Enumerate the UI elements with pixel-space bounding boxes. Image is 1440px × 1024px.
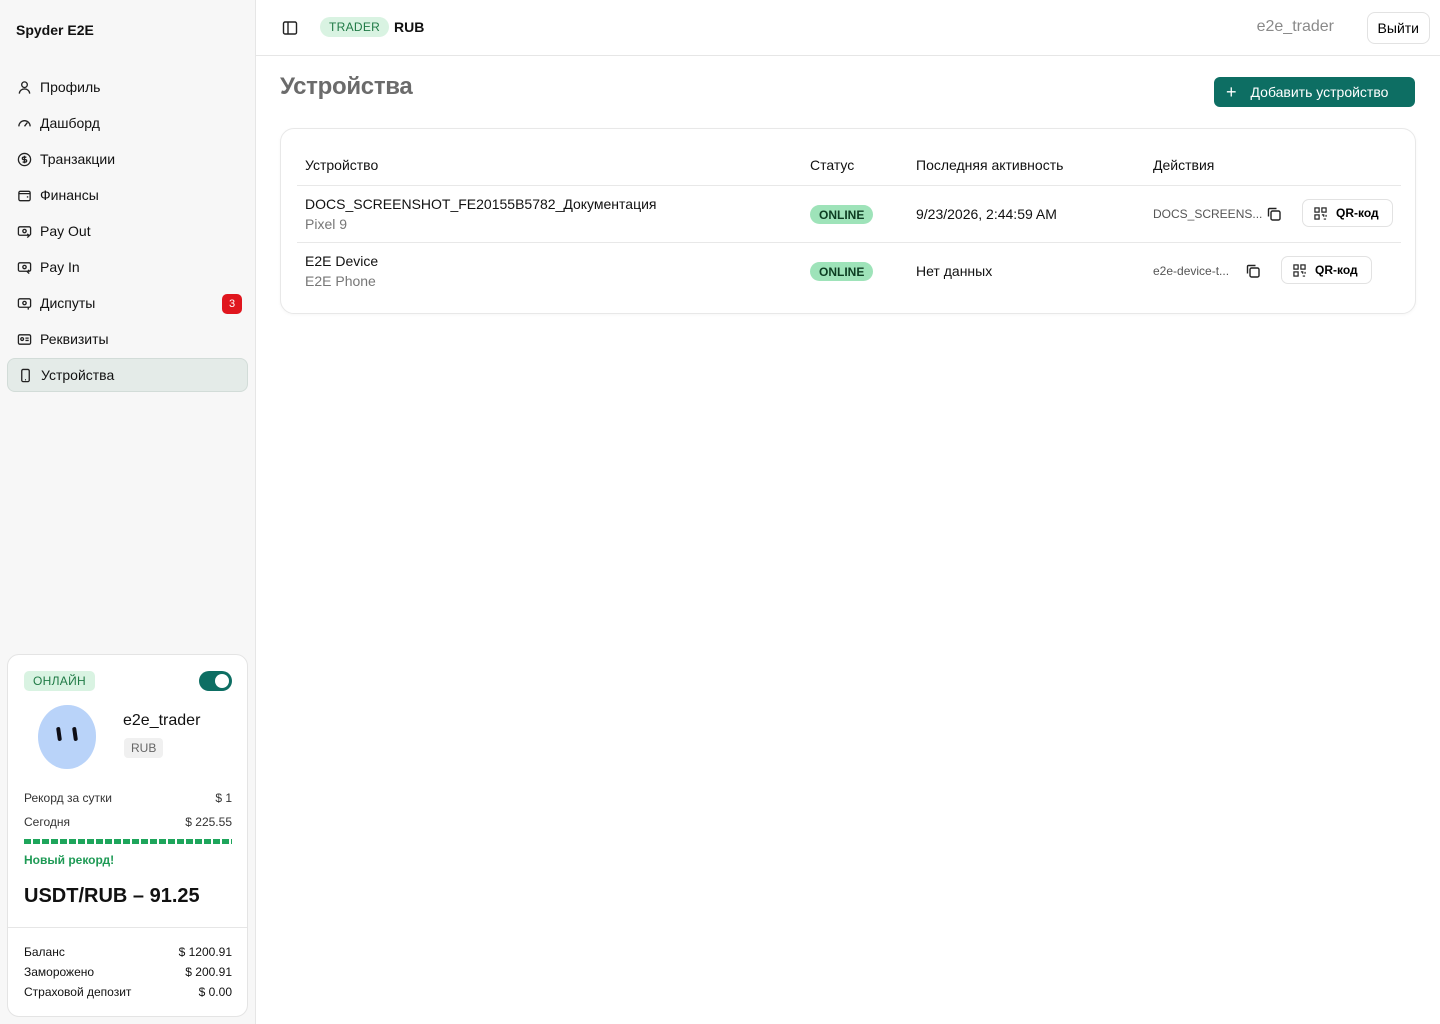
last-activity: Нет данных [916, 263, 993, 279]
sidebar-item-label: Профиль [40, 79, 101, 95]
user-icon [16, 79, 32, 95]
user-card-username: e2e_trader [123, 712, 201, 729]
topbar: TRADER RUB e2e_trader Выйти [256, 0, 1440, 56]
column-header-device: Устройство [305, 157, 379, 173]
divider [8, 927, 247, 928]
qr-code-label: QR-код [1336, 206, 1379, 220]
sidebar-item-requisites[interactable]: Реквизиты [7, 322, 248, 356]
deposit-label: Страховой депозит [24, 985, 132, 999]
add-device-button[interactable]: + Добавить устройство [1214, 77, 1415, 107]
frozen-label: Заморожено [24, 965, 95, 979]
avatar-eye-left [56, 726, 62, 742]
sidebar-item-label: Диспуты [40, 295, 96, 311]
device-name: DOCS_SCREENSHOT_FE20155B5782_Документаци… [305, 196, 657, 212]
exchange-rate: USDT/RUB – 91.25 [24, 885, 200, 907]
record-value: $ 1 [215, 791, 232, 805]
deposit-value: $ 0.00 [198, 985, 232, 999]
status-badge: ONLINE [810, 205, 874, 224]
wallet-icon [16, 187, 32, 203]
frozen-value: $ 200.91 [185, 965, 232, 979]
sidebar-item-payin[interactable]: Pay In [7, 250, 248, 284]
sidebar: Spyder E2E Профиль Дашборд Транзакции Фи… [0, 0, 256, 1024]
add-device-label: Добавить устройство [1250, 84, 1389, 100]
online-status-badge: ОНЛАЙН [24, 671, 95, 691]
sidebar-item-finances[interactable]: Финансы [7, 178, 248, 212]
online-toggle[interactable] [199, 671, 232, 691]
divider [297, 242, 1401, 243]
deposit-row: Страховой депозит $ 0.00 [24, 985, 232, 999]
last-activity: 9/23/2026, 2:44:59 AM [916, 206, 1057, 222]
currency-label: RUB [394, 19, 425, 35]
today-value: $ 225.55 [185, 815, 232, 829]
disputes-count-badge: 3 [222, 294, 242, 314]
topbar-username: e2e_trader [1256, 18, 1334, 35]
qr-code-button[interactable]: QR-код [1281, 256, 1372, 284]
column-header-last-activity: Последняя активность [916, 157, 1064, 173]
user-card-currency-badge: RUB [124, 738, 164, 758]
column-header-status: Статус [810, 157, 855, 173]
sidebar-item-transactions[interactable]: Транзакции [7, 142, 248, 176]
sidebar-item-label: Pay Out [40, 223, 91, 239]
plus-icon: + [1226, 82, 1237, 102]
qr-code-button[interactable]: QR-код [1302, 199, 1393, 227]
avatar [38, 705, 96, 769]
device-name: E2E Device [305, 253, 379, 269]
gauge-icon [16, 115, 32, 131]
devices-table: Устройство Статус Последняя активность Д… [280, 128, 1416, 314]
column-header-actions: Действия [1153, 157, 1215, 173]
qr-icon [1293, 263, 1306, 277]
qr-code-label: QR-код [1315, 263, 1358, 277]
device-id: e2e-device-t... [1153, 264, 1230, 278]
sidebar-item-label: Дашборд [40, 115, 100, 131]
payin-icon [16, 259, 32, 275]
copy-icon[interactable] [1245, 263, 1261, 279]
balance-row: Баланс $ 1200.91 [24, 945, 232, 959]
copy-icon[interactable] [1266, 206, 1282, 222]
brand-title: Spyder E2E [16, 22, 94, 38]
user-card: ОНЛАЙН e2e_trader RUB Рекорд за сутки $ … [7, 654, 248, 1017]
status-badge: ONLINE [810, 262, 874, 281]
device-id: DOCS_SCREENS... [1153, 207, 1263, 221]
role-badge: TRADER [320, 17, 390, 37]
device-model: Pixel 9 [305, 216, 348, 232]
divider [297, 185, 1401, 186]
sidebar-item-disputes[interactable]: Диспуты 3 [7, 286, 248, 320]
new-record-text: Новый рекорд! [24, 853, 115, 867]
logout-button[interactable]: Выйти [1366, 12, 1430, 44]
sidebar-item-label: Финансы [40, 187, 99, 203]
today-label: Сегодня [24, 815, 70, 829]
sidebar-toggle-icon[interactable] [282, 20, 298, 36]
frozen-row: Заморожено $ 200.91 [24, 965, 232, 979]
sidebar-item-label: Pay In [40, 259, 80, 275]
sidebar-item-label: Устройства [41, 367, 115, 383]
today-row: Сегодня $ 225.55 [24, 815, 232, 829]
smartphone-icon [17, 367, 33, 383]
sidebar-item-dashboard[interactable]: Дашборд [7, 106, 248, 140]
sidebar-item-profile[interactable]: Профиль [7, 70, 248, 104]
sidebar-item-devices[interactable]: Устройства [7, 358, 248, 392]
record-row: Рекорд за сутки $ 1 [24, 791, 232, 805]
sidebar-item-label: Реквизиты [40, 331, 109, 347]
dollar-circle-icon [16, 151, 32, 167]
device-model: E2E Phone [305, 273, 376, 289]
payout-icon [16, 223, 32, 239]
sidebar-nav: Профиль Дашборд Транзакции Финансы Pay O… [7, 70, 248, 394]
balance-value: $ 1200.91 [178, 945, 232, 959]
qr-icon [1314, 206, 1327, 220]
balance-label: Баланс [24, 945, 65, 959]
dispute-icon [16, 295, 32, 311]
record-progress-bar [24, 839, 232, 844]
id-card-icon [16, 331, 32, 347]
sidebar-item-label: Транзакции [40, 151, 116, 167]
page-title: Устройства [280, 73, 413, 100]
avatar-eye-right [72, 726, 78, 742]
record-label: Рекорд за сутки [24, 791, 112, 805]
sidebar-item-payout[interactable]: Pay Out [7, 214, 248, 248]
